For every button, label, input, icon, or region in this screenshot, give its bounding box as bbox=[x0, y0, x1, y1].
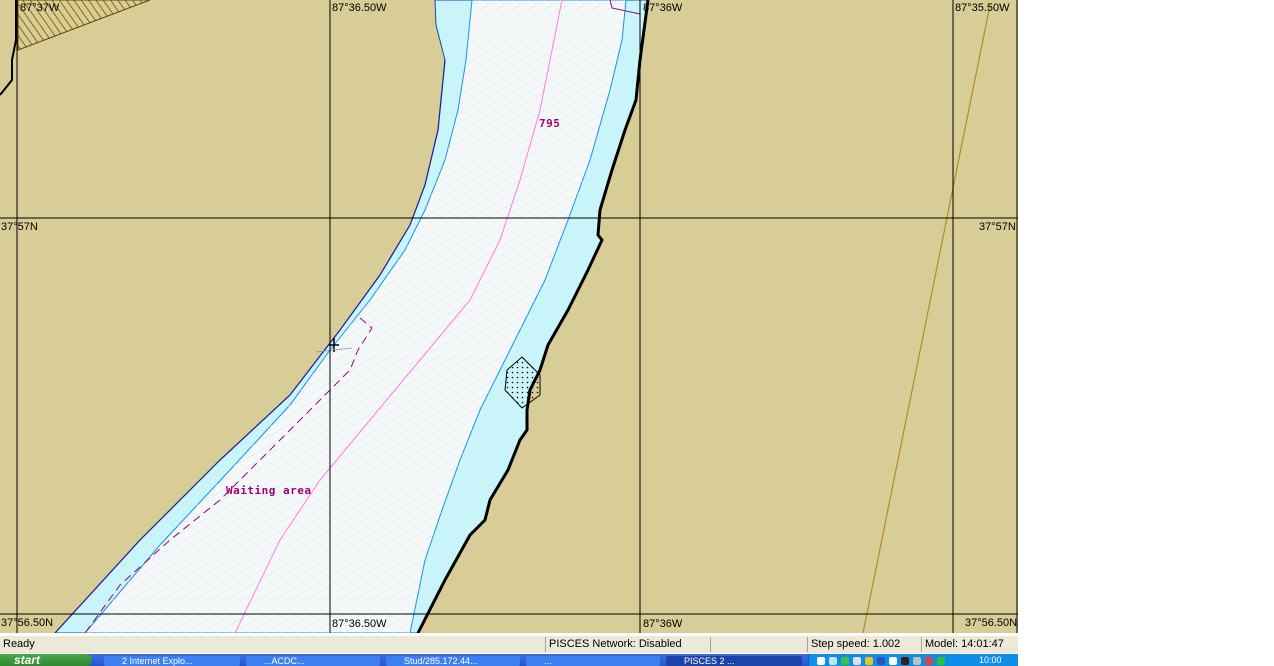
coord-top-2: 87°36.50W bbox=[332, 2, 387, 14]
chart-canvas[interactable] bbox=[0, 0, 1018, 633]
depth-label: 795 bbox=[539, 117, 561, 130]
coord-bottom-4: 37°56.50N bbox=[965, 617, 1018, 629]
tray-icon[interactable] bbox=[829, 657, 837, 665]
taskbar-button[interactable]: Stud/285.172.44... bbox=[386, 656, 520, 666]
tray-icon[interactable] bbox=[877, 657, 885, 665]
status-empty bbox=[710, 637, 807, 652]
taskbar: start 2 Internet Explo... ...ACDC... Stu… bbox=[0, 654, 1018, 666]
status-model-time: Model: 14:01:47 bbox=[921, 637, 1019, 652]
taskbar-button[interactable]: ...ACDC... bbox=[246, 656, 380, 666]
status-network: PISCES Network: Disabled bbox=[545, 637, 709, 652]
tray-icon[interactable] bbox=[841, 657, 849, 665]
taskbar-button-active[interactable]: PISCES 2 ... bbox=[666, 656, 802, 666]
status-bar: Ready PISCES Network: Disabled Step spee… bbox=[0, 636, 1018, 653]
coord-bottom-3: 87°36W bbox=[643, 618, 683, 630]
tray-icon[interactable] bbox=[889, 657, 897, 665]
tray-icon[interactable] bbox=[925, 657, 933, 665]
cable-line bbox=[862, 4, 991, 633]
coord-bottom-1: 37°56.50N bbox=[1, 617, 54, 629]
coord-bottom-2: 87°36.50W bbox=[332, 618, 387, 630]
tray-icon[interactable] bbox=[853, 657, 861, 665]
system-tray: 10:00 bbox=[808, 654, 1018, 666]
taskbar-button[interactable]: 2 Internet Explo... bbox=[104, 656, 240, 666]
coord-top-3: 87°36W bbox=[643, 2, 683, 14]
tray-icon[interactable] bbox=[913, 657, 921, 665]
status-ready: Ready bbox=[3, 638, 35, 650]
taskbar-button[interactable]: ... bbox=[526, 656, 660, 666]
clock[interactable]: 10:00 bbox=[979, 654, 1002, 666]
start-button[interactable]: start bbox=[0, 654, 92, 666]
lat-left: 37°57N bbox=[1, 221, 38, 233]
tray-icon[interactable] bbox=[937, 657, 945, 665]
shoreline-top-left bbox=[0, 0, 17, 96]
tray-icon[interactable] bbox=[817, 657, 825, 665]
nautical-chart[interactable]: 87°37W 87°36.50W 87°36W 87°35.50W 37°57N… bbox=[0, 0, 1018, 633]
tray-icon[interactable] bbox=[865, 657, 873, 665]
tray-icon[interactable] bbox=[901, 657, 909, 665]
coord-top-4: 87°35.50W bbox=[955, 2, 1010, 14]
waiting-area-label: Waiting area bbox=[226, 484, 312, 497]
coord-top-1: 87°37W bbox=[20, 2, 60, 14]
lat-right: 37°57N bbox=[979, 221, 1016, 233]
status-step-speed: Step speed: 1.002 bbox=[807, 637, 921, 652]
